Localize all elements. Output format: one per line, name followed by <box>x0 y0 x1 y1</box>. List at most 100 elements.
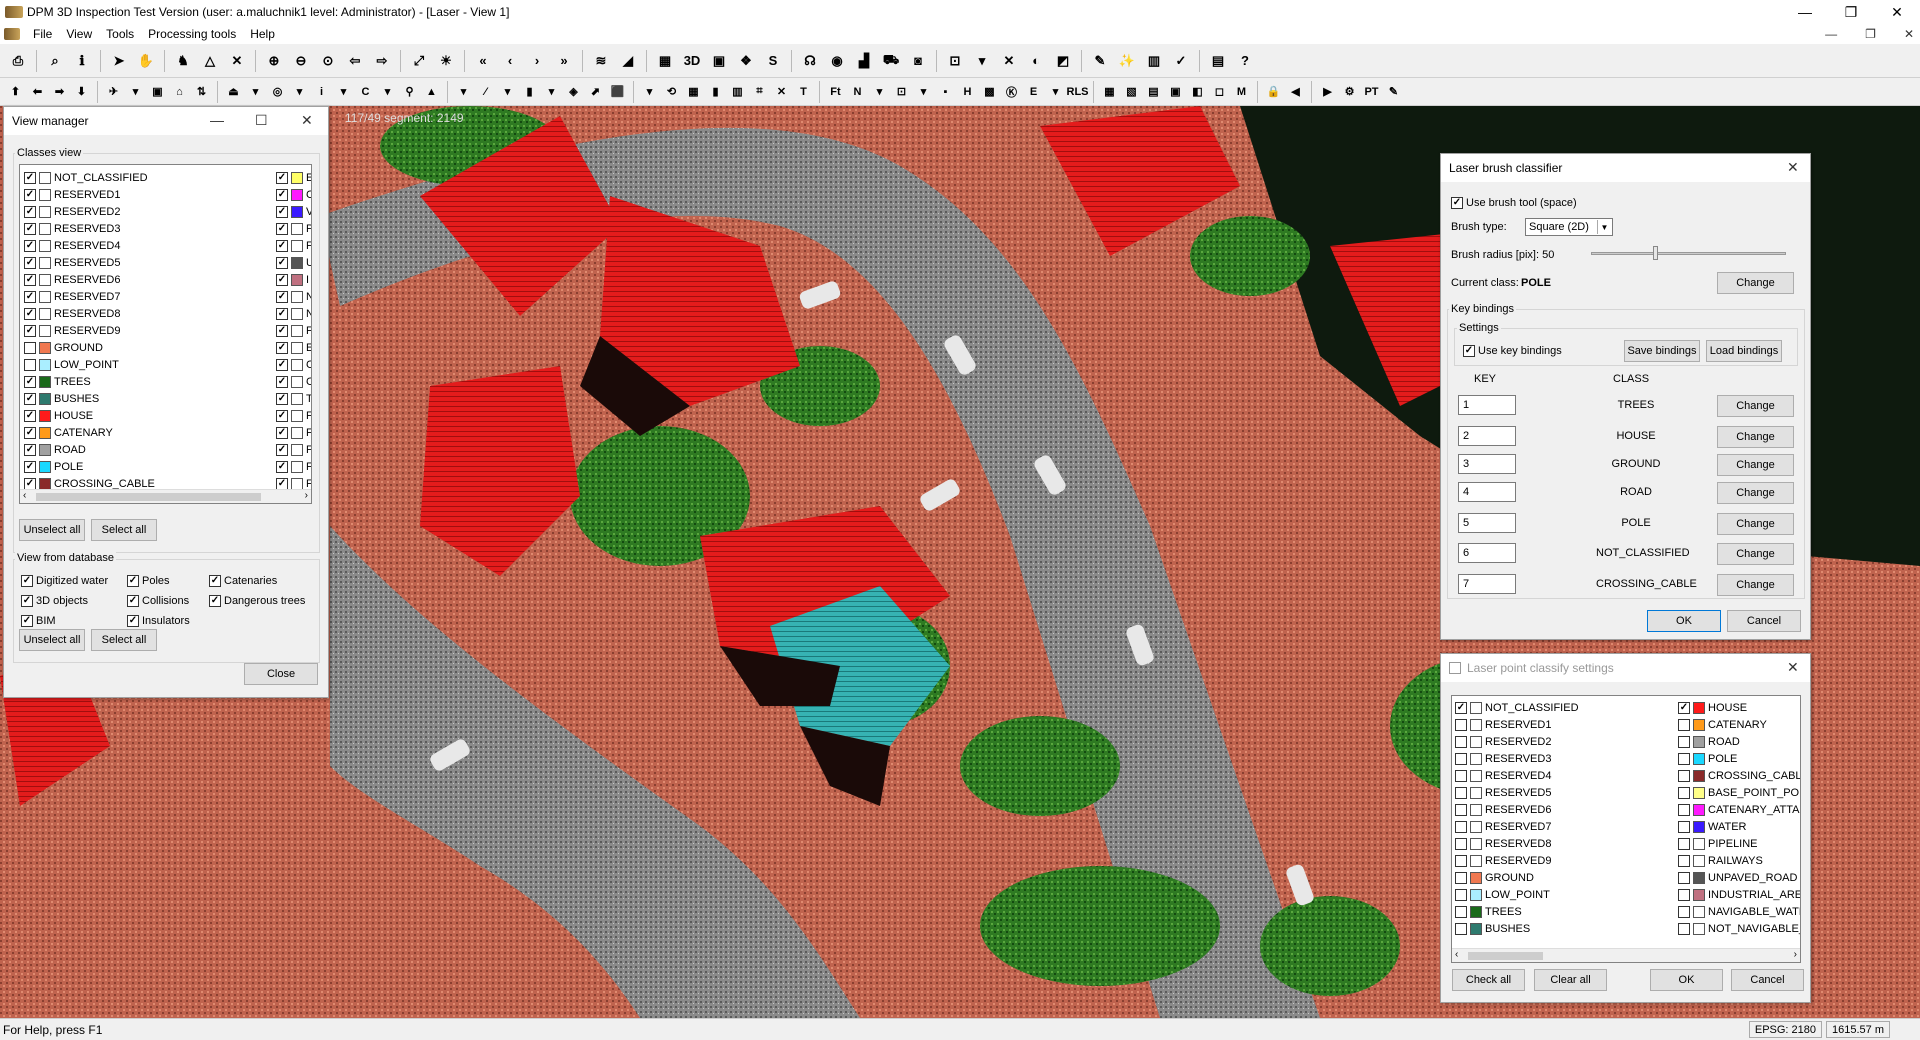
toolbar2-button-47[interactable]: ▦ <box>1100 82 1119 102</box>
classify-scroll-thumb[interactable] <box>1468 952 1543 960</box>
minimize-button[interactable]: — <box>1782 0 1828 24</box>
class-list-item[interactable]: INDUSTRIAL_AREA <box>1678 886 1800 903</box>
class-checkbox[interactable] <box>1455 752 1467 765</box>
class-checkbox[interactable] <box>1678 735 1690 748</box>
class-checkbox[interactable] <box>1678 803 1690 816</box>
binding-key-input[interactable]: 7 <box>1458 574 1516 594</box>
class-list-item[interactable]: RESERVED2 <box>24 203 155 220</box>
class-list-item[interactable]: CROSSING_CABLE <box>1678 767 1800 784</box>
binding-key-input[interactable]: 2 <box>1458 426 1516 446</box>
toolbar2-button-30[interactable]: ▮ <box>706 82 725 102</box>
class-checkbox[interactable] <box>1678 922 1690 935</box>
binding-change-button[interactable]: Change <box>1717 426 1794 448</box>
class-list-item[interactable]: UNPAVED_ROAD <box>1678 869 1800 886</box>
toolbar1-button-20[interactable]: ◢ <box>616 49 640 73</box>
class-list-item[interactable]: RESERVED6 <box>24 271 155 288</box>
toolbar2-button-19[interactable]: ▾ <box>454 82 473 102</box>
mdi-restore-button[interactable]: ❐ <box>1865 27 1876 41</box>
class-list-item[interactable]: I <box>276 271 311 288</box>
toolbar2-button-17[interactable]: ⚲ <box>400 82 419 102</box>
class-checkbox[interactable] <box>24 171 36 184</box>
class-list-item[interactable]: RESERVED5 <box>24 254 155 271</box>
menu-help[interactable]: Help <box>243 27 282 41</box>
use-brush-row[interactable]: Use brush tool (space) <box>1451 196 1577 210</box>
toolbar2-button-56[interactable]: ▶ <box>1318 82 1337 102</box>
toolbar1-button-0[interactable]: ⎙ <box>6 49 30 73</box>
class-checkbox[interactable] <box>1678 871 1690 884</box>
class-list-item[interactable]: NOT_CLASSIFIED <box>1455 699 1579 716</box>
toolbar2-button-46[interactable]: RLS <box>1067 82 1089 102</box>
toolbar2-button-48[interactable]: ▧ <box>1122 82 1141 102</box>
toolbar1-button-35[interactable]: ◩ <box>1051 49 1075 73</box>
unselect-all-db-button[interactable]: Unselect all <box>19 629 85 651</box>
class-list-item[interactable]: POLE <box>1678 750 1800 767</box>
class-list-item[interactable]: RESERVED3 <box>1455 750 1579 767</box>
toolbar1-button-2[interactable]: ℹ <box>70 49 94 73</box>
toolbar2-button-16[interactable]: ▾ <box>378 82 397 102</box>
class-list-item[interactable]: U <box>276 254 311 271</box>
toolbar1-button-19[interactable]: ≋ <box>589 49 613 73</box>
class-checkbox[interactable] <box>276 239 288 252</box>
class-list-item[interactable]: RESERVED8 <box>1455 835 1579 852</box>
brush-radius-thumb[interactable] <box>1653 246 1659 260</box>
db-option-item[interactable]: Catenaries <box>209 571 305 591</box>
class-checkbox[interactable] <box>1678 854 1690 867</box>
toolbar2-button-5[interactable]: ▾ <box>126 82 145 102</box>
select-all-classes-button[interactable]: Select all <box>91 519 157 541</box>
db-option-checkbox[interactable] <box>127 595 139 607</box>
class-checkbox[interactable] <box>1455 905 1467 918</box>
toolbar2-button-45[interactable]: ▾ <box>1046 82 1065 102</box>
toolbar2-button-50[interactable]: ▣ <box>1166 82 1185 102</box>
class-checkbox[interactable] <box>1678 769 1690 782</box>
toolbar2-button-10[interactable]: ▾ <box>246 82 265 102</box>
class-list-item[interactable]: TREES <box>1455 903 1579 920</box>
class-checkbox[interactable] <box>1455 854 1467 867</box>
class-checkbox[interactable] <box>1455 769 1467 782</box>
db-option-item[interactable]: BIM <box>21 611 108 631</box>
class-checkbox[interactable] <box>24 222 36 235</box>
toolbar2-button-28[interactable]: ⟲ <box>662 82 681 102</box>
toolbar2-button-31[interactable]: ▥ <box>728 82 747 102</box>
class-list-item[interactable]: RESERVED4 <box>24 237 155 254</box>
class-list-item[interactable]: GROUND <box>24 339 155 356</box>
class-list-item[interactable]: RESERVED3 <box>24 220 155 237</box>
menu-tools[interactable]: Tools <box>99 27 141 41</box>
class-checkbox[interactable] <box>24 477 36 490</box>
toolbar1-button-4[interactable]: ✋ <box>134 49 158 73</box>
clear-all-button[interactable]: Clear all <box>1534 969 1607 991</box>
class-list-item[interactable]: RESERVED9 <box>24 322 155 339</box>
class-checkbox[interactable] <box>276 256 288 269</box>
toolbar1-button-29[interactable]: ⛟ <box>879 49 903 73</box>
toolbar1-button-33[interactable]: ✕ <box>997 49 1021 73</box>
toolbar1-button-25[interactable]: S <box>761 49 785 73</box>
class-list-item[interactable]: NOT_CLASSIFIED <box>24 169 155 186</box>
db-option-item[interactable]: Collisions <box>127 591 190 611</box>
class-list-item[interactable]: T <box>276 390 311 407</box>
class-checkbox[interactable] <box>276 273 288 286</box>
toolbar1-button-3[interactable]: ➤ <box>107 49 131 73</box>
toolbar2-button-18[interactable]: ▲ <box>422 82 441 102</box>
class-checkbox[interactable] <box>276 409 288 422</box>
toolbar2-button-3[interactable]: ⬇ <box>72 82 91 102</box>
db-option-item[interactable]: Insulators <box>127 611 190 631</box>
class-checkbox[interactable] <box>276 375 288 388</box>
toolbar2-button-25[interactable]: ⬈ <box>586 82 605 102</box>
class-list-item[interactable]: CATENARY <box>1678 716 1800 733</box>
class-checkbox[interactable] <box>1455 820 1467 833</box>
class-checkbox[interactable] <box>24 188 36 201</box>
classify-close-x[interactable]: ✕ <box>1787 659 1799 676</box>
db-option-item[interactable]: Dangerous trees <box>209 591 305 611</box>
toolbar1-button-31[interactable]: ⊡ <box>943 49 967 73</box>
toolbar1-button-5[interactable]: ♞ <box>171 49 195 73</box>
toolbar2-button-44[interactable]: E <box>1024 82 1043 102</box>
db-option-checkbox[interactable] <box>209 575 221 587</box>
save-bindings-button[interactable]: Save bindings <box>1624 340 1700 362</box>
binding-key-input[interactable]: 4 <box>1458 482 1516 502</box>
toolbar2-button-53[interactable]: M <box>1232 82 1251 102</box>
class-checkbox[interactable] <box>24 341 36 354</box>
class-checkbox[interactable] <box>1678 718 1690 731</box>
class-list-item[interactable]: V <box>276 203 311 220</box>
toolbar2-button-7[interactable]: ⌂ <box>170 82 189 102</box>
db-option-checkbox[interactable] <box>21 595 33 607</box>
class-checkbox[interactable] <box>1455 922 1467 935</box>
